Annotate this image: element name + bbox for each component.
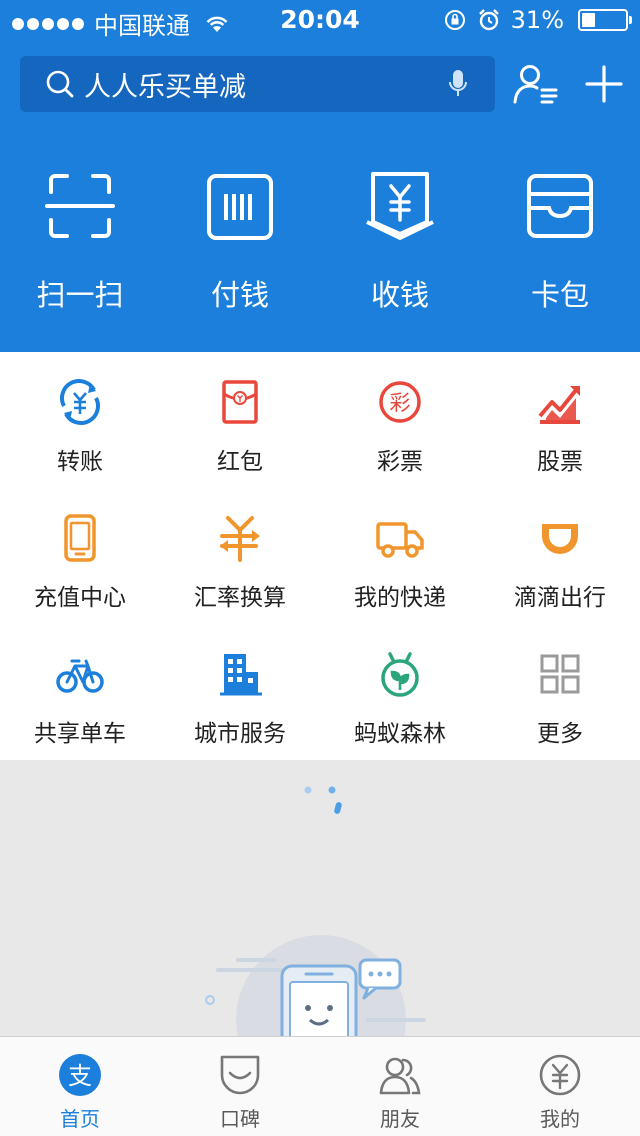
bicycle-icon [56,659,104,693]
city-building-icon [220,654,262,696]
microphone-icon[interactable] [447,68,469,100]
service-transfer[interactable]: 转账 [0,352,160,488]
service-label: 红包 [217,449,263,475]
service-didi[interactable]: 滴滴出行 [480,488,640,624]
phone-recharge-icon [64,514,96,562]
tab-label: 首页 [60,1107,100,1131]
service-label: 充值中心 [34,585,126,611]
exchange-rate-icon [220,516,260,562]
service-ant-forest[interactable]: 蚂蚁森林 [320,624,480,760]
tab-home[interactable]: 支 首页 [0,1037,160,1136]
tab-friends[interactable]: 朋友 [320,1037,480,1136]
empty-state-illustration [205,935,426,1040]
scan-icon [45,174,115,238]
ant-forest-icon [381,652,419,697]
service-more[interactable]: 更多 [480,624,640,760]
koubei-icon [220,1055,260,1095]
tab-label: 朋友 [380,1107,420,1131]
service-label: 转账 [57,449,103,475]
alipay-home-icon: 支 [59,1054,101,1096]
lottery-icon: 彩 [379,381,421,423]
quick-action-receive[interactable]: 收钱 [320,170,480,314]
tab-label: 口碑 [220,1107,260,1131]
service-label: 蚂蚁森林 [354,721,446,747]
status-bar: 中国联通 20:04 31% [0,0,640,40]
quick-action-label: 卡包 [530,278,589,312]
svg-text:支: 支 [68,1062,92,1090]
service-label: 滴滴出行 [514,585,606,611]
quick-action-scan[interactable]: 扫一扫 [0,170,160,314]
loading-spinner-icon [304,786,342,814]
card-wallet-icon [527,174,593,238]
more-grid-icon [540,654,580,694]
receive-money-icon [366,172,434,240]
quick-action-label: 付钱 [210,278,269,312]
service-lottery[interactable]: 彩 彩票 [320,352,480,488]
barcode-pay-icon [207,174,273,240]
tab-mine[interactable]: 我的 [480,1037,640,1136]
service-exchange-rate[interactable]: 汇率换算 [160,488,320,624]
service-stock[interactable]: 股票 [480,352,640,488]
search-input[interactable]: 人人乐买单减 [84,65,447,104]
quick-actions: 扫一扫 付钱 收钱 卡包 [0,170,640,314]
quick-action-label: 收钱 [370,278,429,312]
alarm-icon [478,9,499,31]
service-label: 汇率换算 [194,585,286,611]
quick-action-label: 扫一扫 [36,278,124,312]
header-area: 中国联通 20:04 31% 人人乐买单减 扫一扫 付钱 收钱 卡包 [0,0,640,352]
rotation-lock-icon [444,10,465,30]
service-label: 股票 [537,449,583,475]
didi-icon [542,524,578,554]
service-label: 城市服务 [194,721,286,747]
my-yuan-icon [539,1054,581,1096]
service-red-envelope[interactable]: 红包 [160,352,320,488]
search-icon [46,70,74,98]
red-envelope-icon [222,380,258,424]
service-label: 更多 [537,721,583,747]
search-bar[interactable]: 人人乐买单减 [20,56,495,112]
service-label: 我的快递 [354,585,446,611]
service-city[interactable]: 城市服务 [160,624,320,760]
service-recharge[interactable]: 充值中心 [0,488,160,624]
contacts-icon[interactable] [512,62,560,106]
service-label: 彩票 [377,449,423,475]
quick-action-cards[interactable]: 卡包 [480,170,640,314]
service-delivery[interactable]: 我的快递 [320,488,480,624]
tab-bar: 支 首页 口碑 朋友 我的 [0,1036,640,1136]
service-bike[interactable]: 共享单车 [0,624,160,760]
quick-action-pay[interactable]: 付钱 [160,170,320,314]
plus-icon[interactable] [584,64,624,104]
battery-percent: 31% [510,6,564,34]
svg-text:彩: 彩 [390,391,411,415]
tab-label: 我的 [540,1107,580,1131]
tab-koubei[interactable]: 口碑 [160,1037,320,1136]
transfer-icon [60,379,100,425]
delivery-truck-icon [376,522,424,558]
friends-icon [379,1057,421,1095]
service-label: 共享单车 [34,721,126,747]
battery-icon [578,9,632,31]
stock-icon [538,386,580,424]
services-grid: 转账 红包 彩 彩票 股票 充值中心 汇率换算 我的快递 滴滴出行 共享单车 城… [0,352,640,760]
